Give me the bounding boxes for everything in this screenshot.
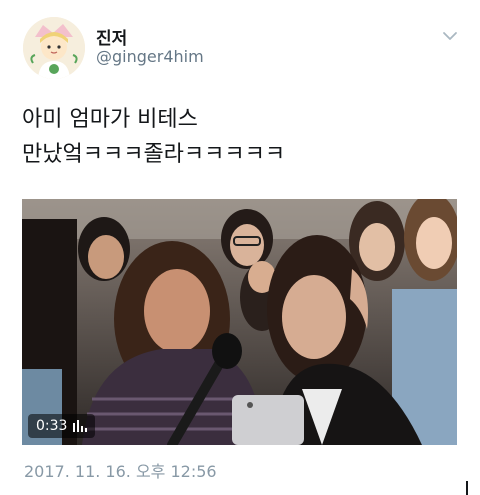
video-thumbnail <box>22 199 457 445</box>
tweet-text: 아미 엄마가 비테스 만났엌ㅋㅋㅋ졸라ㅋㅋㅋㅋㅋ <box>22 102 462 172</box>
video-duration-badge: 0:33 <box>28 414 96 438</box>
chevron-down-icon[interactable] <box>440 28 460 44</box>
tweet-text-line: 아미 엄마가 비테스 <box>22 107 198 132</box>
avatar[interactable] <box>23 17 85 79</box>
user-handle[interactable]: @ginger4him <box>96 47 204 66</box>
audio-bars-icon[interactable] <box>73 420 88 432</box>
video-duration: 0:33 <box>36 418 68 434</box>
cartoon-avatar-icon <box>23 17 85 79</box>
video-player[interactable]: 0:33 <box>22 199 457 445</box>
tweet-text-line: 만났엌ㅋㅋㅋ졸라ㅋㅋㅋㅋㅋ <box>22 142 286 167</box>
text-cursor <box>466 481 468 495</box>
display-name[interactable]: 진저 <box>96 24 127 49</box>
tweet-timestamp[interactable]: 2017. 11. 16. 오후 12:56 <box>24 458 217 482</box>
